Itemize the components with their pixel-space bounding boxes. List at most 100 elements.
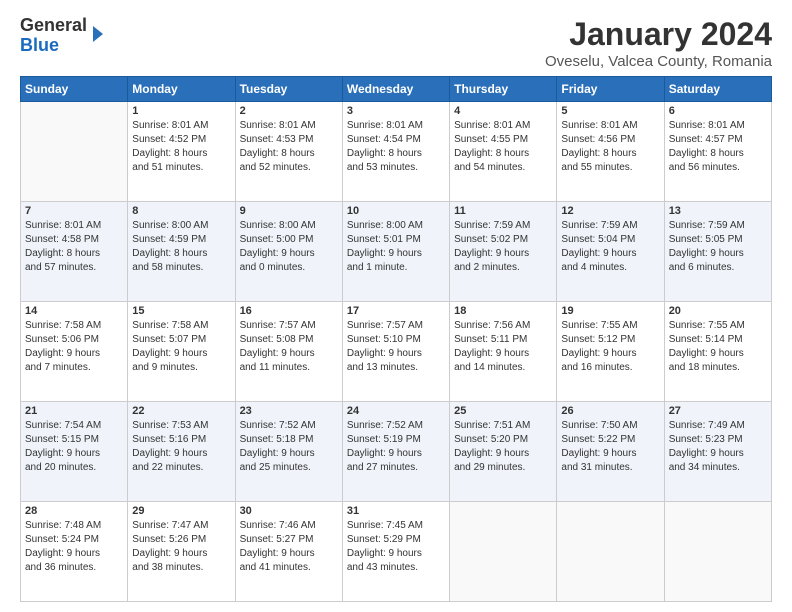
weekday-header-wednesday: Wednesday xyxy=(342,77,449,102)
calendar-cell: 25Sunrise: 7:51 AMSunset: 5:20 PMDayligh… xyxy=(450,402,557,502)
calendar-cell: 28Sunrise: 7:48 AMSunset: 5:24 PMDayligh… xyxy=(21,502,128,602)
day-number: 29 xyxy=(132,505,230,517)
calendar-cell xyxy=(21,102,128,202)
logo-blue: Blue xyxy=(20,36,87,56)
day-number: 11 xyxy=(454,205,552,217)
day-info: Sunrise: 7:50 AMSunset: 5:22 PMDaylight:… xyxy=(561,419,659,475)
calendar-week-3: 14 Sunrise: 7:58 AMSunset: 5:06 PMDayligh… xyxy=(21,302,772,402)
calendar-cell xyxy=(450,502,557,602)
calendar-cell: 5 Sunrise: 8:01 AMSunset: 4:56 PMDaylight… xyxy=(557,102,664,202)
day-number: 24 xyxy=(347,405,445,417)
day-number: 15 xyxy=(132,305,230,317)
day-info: Sunrise: 7:59 AMSunset: 5:02 PMDaylight:… xyxy=(454,219,552,275)
weekday-header-sunday: Sunday xyxy=(21,77,128,102)
day-number: 31 xyxy=(347,505,445,517)
weekday-header-thursday: Thursday xyxy=(450,77,557,102)
day-number: 12 xyxy=(561,205,659,217)
day-info: Sunrise: 8:00 AMSunset: 4:59 PMDaylight:… xyxy=(132,219,230,275)
day-info: Sunrise: 7:58 AMSunset: 5:07 PMDaylight:… xyxy=(132,319,230,375)
month-title: January 2024 xyxy=(545,16,772,53)
calendar-cell: 2 Sunrise: 8:01 AMSunset: 4:53 PMDaylight… xyxy=(235,102,342,202)
logo-general: General xyxy=(20,16,87,36)
day-number: 17 xyxy=(347,305,445,317)
calendar-cell xyxy=(557,502,664,602)
day-number: 5 xyxy=(561,105,659,117)
weekday-header-monday: Monday xyxy=(128,77,235,102)
day-info: Sunrise: 8:01 AMSunset: 4:54 PMDaylight:… xyxy=(347,119,445,175)
day-info: Sunrise: 7:58 AMSunset: 5:06 PMDaylight:… xyxy=(25,319,123,375)
calendar-cell: 31 Sunrise: 7:45 AMSunset: 5:29 PMDayligh… xyxy=(342,502,449,602)
day-number: 23 xyxy=(240,405,338,417)
day-info: Sunrise: 8:00 AMSunset: 5:01 PMDaylight:… xyxy=(347,219,445,275)
day-number: 21 xyxy=(25,405,123,417)
calendar-cell: 16Sunrise: 7:57 AMSunset: 5:08 PMDayligh… xyxy=(235,302,342,402)
calendar-cell: 21 Sunrise: 7:54 AMSunset: 5:15 PMDayligh… xyxy=(21,402,128,502)
calendar-cell: 10 Sunrise: 8:00 AMSunset: 5:01 PMDayligh… xyxy=(342,202,449,302)
day-number: 25 xyxy=(454,405,552,417)
page: General Blue January 2024 Oveselu, Valce… xyxy=(0,0,792,612)
calendar-cell: 26 Sunrise: 7:50 AMSunset: 5:22 PMDayligh… xyxy=(557,402,664,502)
day-number: 22 xyxy=(132,405,230,417)
day-info: Sunrise: 8:00 AMSunset: 5:00 PMDaylight:… xyxy=(240,219,338,275)
day-info: Sunrise: 8:01 AMSunset: 4:58 PMDaylight:… xyxy=(25,219,123,275)
calendar-table: SundayMondayTuesdayWednesdayThursdayFrid… xyxy=(20,76,772,602)
calendar-cell: 1 Sunrise: 8:01 AMSunset: 4:52 PMDaylight… xyxy=(128,102,235,202)
day-number: 9 xyxy=(240,205,338,217)
day-info: Sunrise: 8:01 AMSunset: 4:53 PMDaylight:… xyxy=(240,119,338,175)
calendar-cell: 27 Sunrise: 7:49 AMSunset: 5:23 PMDayligh… xyxy=(664,402,771,502)
day-info: Sunrise: 7:45 AMSunset: 5:29 PMDaylight:… xyxy=(347,519,445,575)
calendar-cell: 17 Sunrise: 7:57 AMSunset: 5:10 PMDayligh… xyxy=(342,302,449,402)
calendar-cell: 23Sunrise: 7:52 AMSunset: 5:18 PMDayligh… xyxy=(235,402,342,502)
day-info: Sunrise: 7:52 AMSunset: 5:19 PMDaylight:… xyxy=(347,419,445,475)
weekday-header-tuesday: Tuesday xyxy=(235,77,342,102)
day-number: 26 xyxy=(561,405,659,417)
calendar-cell: 24 Sunrise: 7:52 AMSunset: 5:19 PMDayligh… xyxy=(342,402,449,502)
day-number: 4 xyxy=(454,105,552,117)
day-number: 8 xyxy=(132,205,230,217)
day-number: 18 xyxy=(454,305,552,317)
day-number: 2 xyxy=(240,105,338,117)
logo-text: General Blue xyxy=(20,16,87,56)
day-info: Sunrise: 8:01 AMSunset: 4:56 PMDaylight:… xyxy=(561,119,659,175)
day-info: Sunrise: 7:59 AMSunset: 5:05 PMDaylight:… xyxy=(669,219,767,275)
calendar-cell: 4 Sunrise: 8:01 AMSunset: 4:55 PMDaylight… xyxy=(450,102,557,202)
calendar-cell xyxy=(664,502,771,602)
calendar-cell: 19 Sunrise: 7:55 AMSunset: 5:12 PMDayligh… xyxy=(557,302,664,402)
day-info: Sunrise: 7:47 AMSunset: 5:26 PMDaylight:… xyxy=(132,519,230,575)
calendar-week-5: 28Sunrise: 7:48 AMSunset: 5:24 PMDayligh… xyxy=(21,502,772,602)
day-info: Sunrise: 7:54 AMSunset: 5:15 PMDaylight:… xyxy=(25,419,123,475)
day-number: 6 xyxy=(669,105,767,117)
header: General Blue January 2024 Oveselu, Valce… xyxy=(20,16,772,70)
day-info: Sunrise: 8:01 AMSunset: 4:52 PMDaylight:… xyxy=(132,119,230,175)
day-number: 19 xyxy=(561,305,659,317)
day-info: Sunrise: 7:55 AMSunset: 5:14 PMDaylight:… xyxy=(669,319,767,375)
weekday-header-friday: Friday xyxy=(557,77,664,102)
calendar-cell: 29 Sunrise: 7:47 AMSunset: 5:26 PMDayligh… xyxy=(128,502,235,602)
day-info: Sunrise: 7:49 AMSunset: 5:23 PMDaylight:… xyxy=(669,419,767,475)
day-info: Sunrise: 7:53 AMSunset: 5:16 PMDaylight:… xyxy=(132,419,230,475)
day-info: Sunrise: 7:57 AMSunset: 5:10 PMDaylight:… xyxy=(347,319,445,375)
calendar-cell: 12Sunrise: 7:59 AMSunset: 5:04 PMDayligh… xyxy=(557,202,664,302)
day-info: Sunrise: 7:55 AMSunset: 5:12 PMDaylight:… xyxy=(561,319,659,375)
day-number: 27 xyxy=(669,405,767,417)
calendar-cell: 3Sunrise: 8:01 AMSunset: 4:54 PMDaylight… xyxy=(342,102,449,202)
day-number: 28 xyxy=(25,505,123,517)
calendar-cell: 8 Sunrise: 8:00 AMSunset: 4:59 PMDaylight… xyxy=(128,202,235,302)
weekday-header-saturday: Saturday xyxy=(664,77,771,102)
day-info: Sunrise: 8:01 AMSunset: 4:55 PMDaylight:… xyxy=(454,119,552,175)
day-number: 10 xyxy=(347,205,445,217)
calendar-cell: 14 Sunrise: 7:58 AMSunset: 5:06 PMDayligh… xyxy=(21,302,128,402)
calendar-cell: 22 Sunrise: 7:53 AMSunset: 5:16 PMDayligh… xyxy=(128,402,235,502)
day-info: Sunrise: 8:01 AMSunset: 4:57 PMDaylight:… xyxy=(669,119,767,175)
logo-icon xyxy=(89,24,105,44)
day-number: 14 xyxy=(25,305,123,317)
calendar-cell: 7Sunrise: 8:01 AMSunset: 4:58 PMDaylight… xyxy=(21,202,128,302)
day-number: 30 xyxy=(240,505,338,517)
calendar-cell: 20Sunrise: 7:55 AMSunset: 5:14 PMDayligh… xyxy=(664,302,771,402)
logo: General Blue xyxy=(20,16,105,56)
subtitle: Oveselu, Valcea County, Romania xyxy=(545,53,772,70)
calendar-week-4: 21 Sunrise: 7:54 AMSunset: 5:15 PMDayligh… xyxy=(21,402,772,502)
calendar-cell: 15 Sunrise: 7:58 AMSunset: 5:07 PMDayligh… xyxy=(128,302,235,402)
day-number: 1 xyxy=(132,105,230,117)
day-info: Sunrise: 7:56 AMSunset: 5:11 PMDaylight:… xyxy=(454,319,552,375)
